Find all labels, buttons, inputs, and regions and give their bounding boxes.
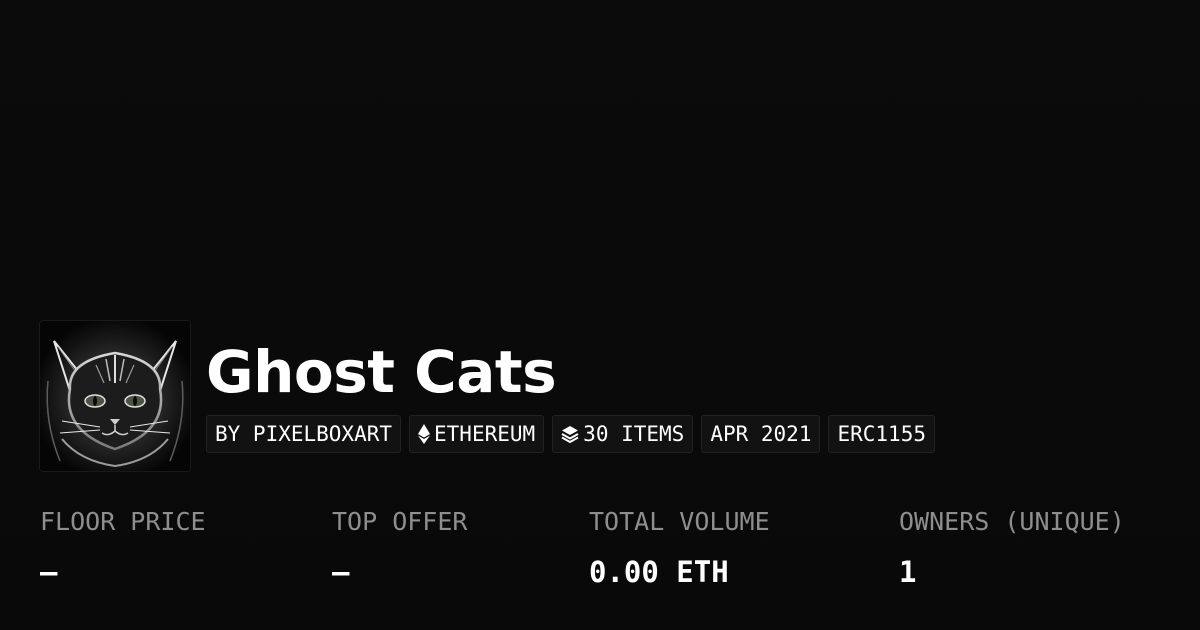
date-tag-label: APR 2021: [710, 422, 812, 446]
stat-label: FLOOR PRICE: [40, 507, 206, 536]
stat-value: –: [40, 555, 58, 589]
stat-top-offer: TOP OFFER –: [332, 506, 467, 588]
creator-tag-label: BY PIXELBOXART: [215, 422, 393, 446]
items-tag: 30 ITEMS: [552, 415, 694, 453]
ethereum-icon: [418, 424, 431, 444]
collection-title: Ghost Cats: [206, 338, 557, 406]
collection-tags: BY PIXELBOXART ETHEREUM 30 ITEMS APR 202…: [206, 415, 935, 453]
standard-tag: ERC1155: [828, 415, 935, 453]
chain-tag[interactable]: ETHEREUM: [409, 415, 545, 453]
stat-floor-price: FLOOR PRICE –: [40, 506, 206, 588]
layers-icon: [561, 425, 579, 443]
stat-label: TOTAL VOLUME: [589, 507, 770, 536]
chain-tag-label: ETHEREUM: [434, 422, 536, 446]
collection-card: Ghost Cats BY PIXELBOXART ETHEREUM 30 IT…: [0, 0, 1200, 630]
stat-label: OWNERS (UNIQUE): [899, 507, 1125, 536]
stat-value: 1: [899, 555, 917, 589]
items-tag-label: 30 ITEMS: [583, 422, 685, 446]
ghost-cat-image: [40, 321, 190, 471]
stat-value: 0.00 ETH: [589, 555, 729, 589]
creator-tag[interactable]: BY PIXELBOXART: [206, 415, 402, 453]
stat-owners: OWNERS (UNIQUE) 1: [899, 506, 1125, 588]
stat-label: TOP OFFER: [332, 507, 468, 536]
collection-avatar: [40, 321, 190, 471]
stat-total-volume: TOTAL VOLUME 0.00 ETH: [589, 506, 770, 588]
standard-tag-label: ERC1155: [837, 422, 926, 446]
stat-value: –: [332, 555, 350, 589]
date-tag: APR 2021: [701, 415, 821, 453]
